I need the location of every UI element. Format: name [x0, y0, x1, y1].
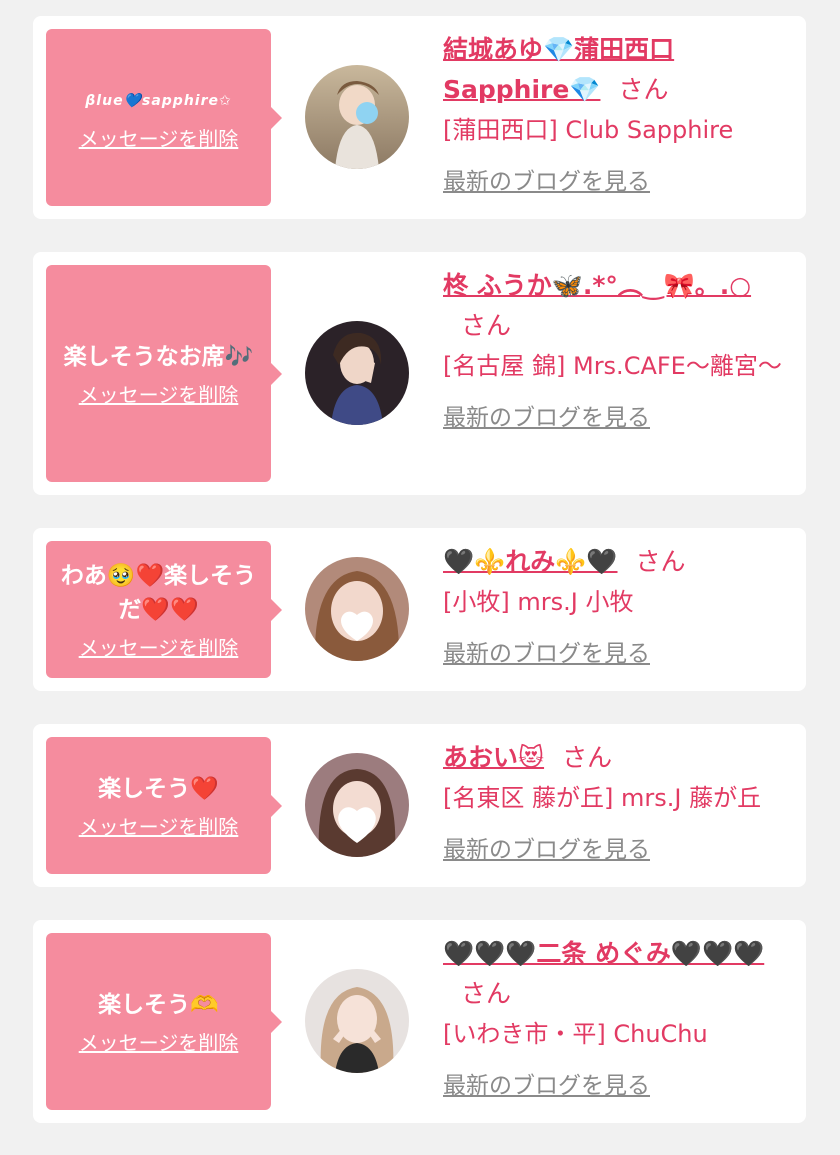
avatar[interactable]: [305, 65, 409, 169]
shop-name: [小牧] mrs.J 小牧: [443, 588, 634, 616]
cast-info: 🖤🖤🖤二条 めぐみ🖤🖤🖤 さん [いわき市・平] ChuChu 最新のブログを見る: [443, 934, 794, 1100]
delete-message-link[interactable]: メッセージを削除: [79, 1030, 239, 1056]
honorific-label: さん: [635, 547, 686, 576]
shop-name: [名東区 藤が丘] mrs.J 藤が丘: [443, 784, 762, 812]
message-text: 楽しそう❤️: [98, 775, 219, 802]
list-item: 楽しそう❤️ メッセージを削除 あおい😻 さん [名東区 藤が丘] mrs.J 藤…: [33, 724, 806, 887]
latest-blog-link[interactable]: 最新のブログを見る: [443, 1066, 650, 1100]
honorific-label: さん: [618, 75, 669, 104]
message-bubble: 楽しそうなお席🎶 メッセージを削除: [46, 265, 282, 482]
cast-name-link[interactable]: 柊 ふうか🦋.*°︵‿🎀。.○: [443, 271, 751, 300]
latest-blog-link[interactable]: 最新のブログを見る: [443, 634, 650, 668]
delete-message-link[interactable]: メッセージを削除: [79, 814, 239, 840]
latest-blog-link[interactable]: 最新のブログを見る: [443, 830, 650, 864]
cast-name-link[interactable]: 🖤⚜️れみ⚜️🖤: [443, 547, 618, 576]
avatar[interactable]: [305, 969, 409, 1073]
cast-name-link[interactable]: あおい😻: [443, 743, 544, 772]
latest-blog-link[interactable]: 最新のブログを見る: [443, 398, 650, 432]
cast-info: 結城あゆ💎蒲田西口Sapphire💎 さん [蒲田西口] Club Sapphir…: [443, 30, 794, 196]
message-text: βlue💙sapphire✩: [85, 92, 232, 109]
message-bubble: 楽しそう❤️ メッセージを削除: [46, 737, 282, 874]
message-bubble: わあ🥹❤️楽しそうだ❤️❤️ メッセージを削除: [46, 541, 282, 678]
honorific-label: さん: [461, 979, 512, 1008]
honorific-label: さん: [461, 311, 512, 340]
delete-message-link[interactable]: メッセージを削除: [79, 382, 239, 408]
cast-name-link[interactable]: 🖤🖤🖤二条 めぐみ🖤🖤🖤: [443, 939, 764, 968]
delete-message-link[interactable]: メッセージを削除: [79, 635, 239, 661]
cast-info: あおい😻 さん [名東区 藤が丘] mrs.J 藤が丘 最新のブログを見る: [443, 738, 794, 864]
list-item: わあ🥹❤️楽しそうだ❤️❤️ メッセージを削除 🖤⚜️れみ⚜️🖤 さん [小牧] …: [33, 528, 806, 691]
shop-name: [いわき市・平] ChuChu: [443, 1020, 708, 1048]
message-bubble: 楽しそう🫶 メッセージを削除: [46, 933, 282, 1110]
avatar[interactable]: [305, 557, 409, 661]
message-text: わあ🥹❤️楽しそうだ❤️❤️: [60, 562, 257, 623]
delete-message-link[interactable]: メッセージを削除: [79, 126, 239, 152]
list-item: βlue💙sapphire✩ メッセージを削除 結城あゆ💎蒲田西口Sapphir…: [33, 16, 806, 219]
message-bubble: βlue💙sapphire✩ メッセージを削除: [46, 29, 282, 206]
avatar[interactable]: [305, 753, 409, 857]
cast-info: 柊 ふうか🦋.*°︵‿🎀。.○ さん [名古屋 錦] Mrs.CAFE～離宮～ 最…: [443, 266, 794, 432]
message-text: 楽しそう🫶: [98, 991, 219, 1018]
list-item: 楽しそうなお席🎶 メッセージを削除 柊 ふうか🦋.*°︵‿🎀。.○ さん [名古屋…: [33, 252, 806, 495]
cast-info: 🖤⚜️れみ⚜️🖤 さん [小牧] mrs.J 小牧 最新のブログを見る: [443, 542, 794, 668]
list-item: 楽しそう🫶 メッセージを削除 🖤🖤🖤二条 めぐみ🖤🖤🖤 さん [いわき市・平] C…: [33, 920, 806, 1123]
honorific-label: さん: [562, 743, 613, 772]
shop-name: [名古屋 錦] Mrs.CAFE～離宮～: [443, 352, 782, 380]
latest-blog-link[interactable]: 最新のブログを見る: [443, 162, 650, 196]
avatar[interactable]: [305, 321, 409, 425]
message-text: 楽しそうなお席🎶: [63, 343, 254, 370]
message-list: βlue💙sapphire✩ メッセージを削除 結城あゆ💎蒲田西口Sapphir…: [0, 0, 840, 1155]
shop-name: [蒲田西口] Club Sapphire: [443, 116, 734, 144]
